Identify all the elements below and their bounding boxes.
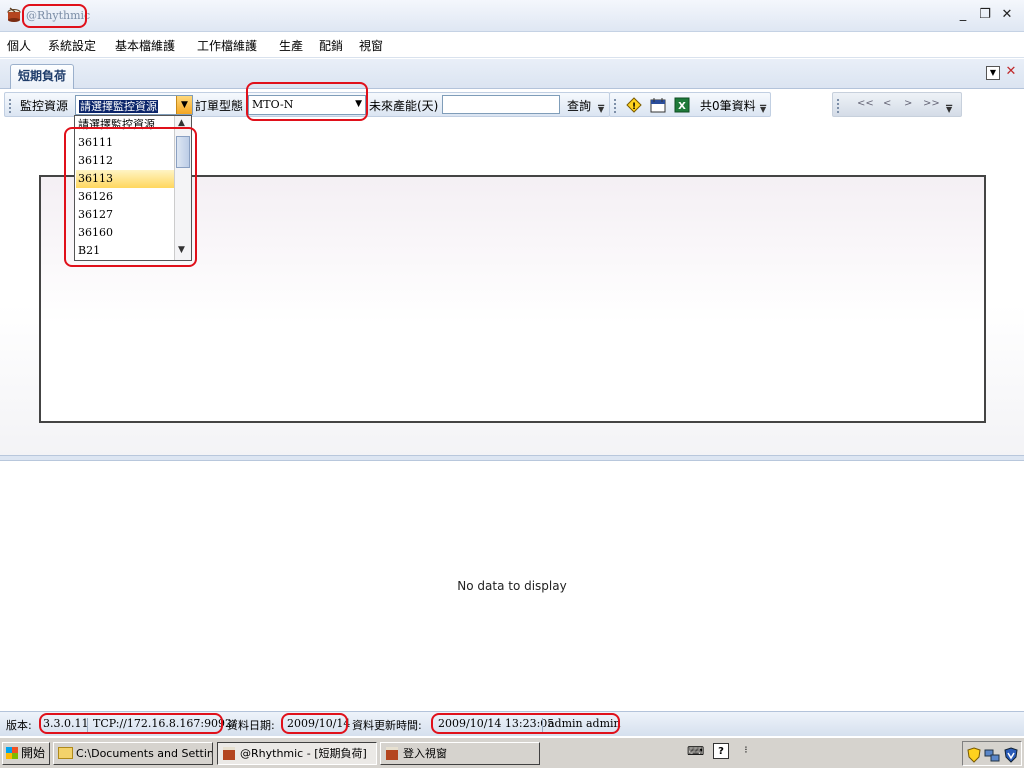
calendar-icon[interactable] [650,97,666,113]
document-tab-strip: 短期負荷 [0,59,1024,89]
start-button[interactable]: 開始 [2,742,50,765]
dropdown-option[interactable]: B21 [76,242,174,260]
task-label: 登入視窗 [403,747,447,760]
warning-icon[interactable]: ! [626,97,642,113]
order-type-label: 訂單型態 [195,99,244,113]
data-date-label: 資料日期: [227,719,275,732]
chevron-down-icon[interactable]: ▼ [986,66,1000,80]
dropdown-option[interactable]: 36126 [76,188,174,206]
record-count: 共0筆資料 [700,99,756,113]
title-bar: @Rhythmic _ ❐ ✕ [0,0,1024,32]
language-bar-icon[interactable]: ⁝ [738,743,754,759]
security-shield-icon[interactable] [966,747,982,763]
chevron-down-icon[interactable]: ▼ [355,99,362,109]
minimize-button[interactable]: _ [954,7,972,23]
task-label: C:\Documents and Setting... [76,747,212,760]
app-drum-icon [223,747,235,760]
app-drum-icon [386,747,398,760]
login-user: admin [548,717,583,730]
menu-distribution[interactable]: 配銷 [319,37,343,54]
scroll-thumb[interactable] [176,136,190,168]
svg-text:X: X [678,101,686,112]
help-icon[interactable]: ? [713,743,729,759]
toolbar-grip[interactable] [9,99,11,113]
toolbar-overflow-icon[interactable]: ▁ ▼ [946,98,954,114]
tab-short-term-load[interactable]: 短期負荷 [10,64,74,89]
taskbar-rhythmic[interactable]: @Rhythmic - [短期負荷] [217,742,377,765]
record-navigator: << < > >> ▁ ▼ [832,92,962,117]
status-divider [542,718,543,732]
close-button[interactable]: ✕ [998,7,1016,23]
version-label: 版本: [6,719,32,732]
taskbar-explorer[interactable]: C:\Documents and Setting... [53,742,213,765]
taskbar-login-window[interactable]: 登入視窗 [380,742,540,765]
next-record-button[interactable]: > [904,98,912,109]
restore-button[interactable]: ❐ [976,7,994,23]
scroll-up-icon[interactable]: ▲ [178,118,185,128]
toolbar-overflow-icon[interactable]: ▁ ▼ [598,98,606,114]
toolbar-grip[interactable] [614,99,616,113]
scroll-down-icon[interactable]: ▼ [178,245,185,255]
login-user-name: admin [586,717,621,730]
svg-text:!: ! [632,102,636,112]
chevron-down-icon[interactable]: ▼ [176,96,192,114]
network-icon[interactable] [984,747,1000,763]
keyboard-icon[interactable]: ⌨ [687,743,704,759]
app-drum-icon[interactable] [6,7,22,23]
last-record-button[interactable]: >> [923,98,940,109]
dropdown-option[interactable]: 請選擇監控資源 [76,116,174,134]
data-grid-panel: No data to display [0,461,1024,711]
first-record-button[interactable]: << [857,98,874,109]
menu-bar: 個人 系統設定 基本檔維護 工作檔維護 生產 配銷 視窗 [0,32,1024,58]
monitor-resource-select[interactable]: 請選擇監控資源 ▼ [75,95,193,115]
dropdown-option-highlighted[interactable]: 36113 [76,170,174,188]
antivirus-icon[interactable] [1003,747,1019,763]
windows-logo-icon [6,747,18,759]
status-bar: 版本: 3.3.0.11 TCP://172.16.8.167:9092/ 資料… [0,711,1024,736]
query-button[interactable]: 查詢 [567,97,591,114]
close-icon[interactable]: ✕ [1004,64,1018,80]
toolbar-grip[interactable] [837,99,839,113]
update-time-label: 資料更新時間: [352,719,422,732]
empty-grid-message: No data to display [457,579,567,593]
future-capacity-input[interactable] [442,95,560,114]
filter-toolbar: 監控資源 請選擇監控資源 ▼ 訂單型態 MTO-N ▼ 未來產能(天) 查詢 ▁… [4,92,610,117]
status-divider [87,718,88,732]
order-type-value: MTO-N [252,98,294,111]
menu-work-data[interactable]: 工作檔維護 [197,37,257,54]
toolbar-overflow-icon[interactable]: ▁ ▼ [760,98,768,114]
excel-export-icon[interactable]: X [674,97,690,113]
server-address: TCP://172.16.8.167:9092/ [93,717,236,730]
start-label: 開始 [21,746,46,760]
monitor-resource-value: 請選擇監控資源 [79,100,158,113]
version-value: 3.3.0.11 [43,717,89,730]
menu-personal[interactable]: 個人 [7,37,31,54]
order-type-select[interactable]: MTO-N ▼ [248,95,366,115]
task-label: @Rhythmic - [短期負荷] [240,747,367,760]
monitor-resource-label: 監控資源 [20,99,69,113]
dropdown-option[interactable]: 36127 [76,206,174,224]
dropdown-option[interactable]: 36160 [76,224,174,242]
data-date-value: 2009/10/14 [287,717,351,730]
dropdown-scrollbar[interactable]: ▲ ▼ [174,116,191,260]
folder-icon [58,747,73,759]
menu-system-settings[interactable]: 系統設定 [48,37,96,54]
menu-production[interactable]: 生產 [279,37,303,54]
update-time-value: 2009/10/14 13:23:05 [438,717,555,730]
future-capacity-label: 未來產能(天) [369,99,439,113]
prev-record-button[interactable]: < [883,98,891,109]
menu-window[interactable]: 視窗 [359,37,383,54]
os-taskbar: 開始 C:\Documents and Setting... @Rhythmic… [0,737,1024,768]
dropdown-option[interactable]: 36111 [76,134,174,152]
action-toolbar: ! X 共0筆資料 ▁ ▼ [609,92,771,117]
monitor-resource-dropdown-list[interactable]: 請選擇監控資源 36111 36112 36113 36126 36127 36… [74,115,192,261]
system-tray [962,741,1022,766]
menu-master-data[interactable]: 基本檔維護 [115,37,175,54]
window-title: @Rhythmic [26,9,91,22]
dropdown-option[interactable]: 36112 [76,152,174,170]
